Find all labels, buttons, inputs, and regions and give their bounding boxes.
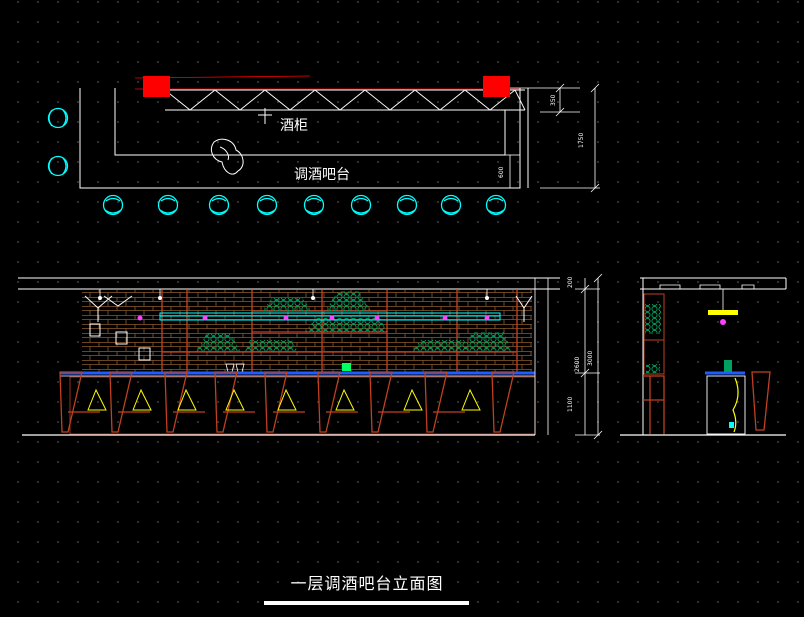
cad-drawing-canvas: 350 1750 600 酒柜 调酒吧台 200 2600 3000 1100 …: [0, 0, 804, 617]
plan-cabinet-outline: [114, 88, 506, 156]
drawing-title: 一层调酒吧台立面图: [290, 574, 444, 593]
plan-column-left: [143, 76, 170, 97]
plan-column-right: [483, 76, 510, 97]
bar-stool-icon: [643, 375, 665, 434]
elev-dim-2600: 2600: [574, 357, 581, 372]
lamp-icon: [283, 315, 289, 321]
lamp-icon: [442, 315, 448, 321]
plan-truss: [164, 89, 526, 111]
bar-stool-icon: [164, 371, 205, 433]
front-elevation: 200 2600 3000 1100: [18, 273, 603, 440]
stool-icon: [47, 107, 69, 129]
wine-cabinet-label: 酒柜: [280, 118, 308, 134]
stool-icon: [47, 155, 69, 177]
bar-counter-label: 调酒吧台: [294, 167, 350, 183]
plan-view: 350 1750 600 酒柜 调酒吧台: [47, 75, 600, 216]
elev-dim-3000: 3000: [587, 351, 594, 366]
bar-stool-icon: [751, 371, 771, 431]
stool-icon: [396, 194, 418, 216]
bar-stool-icon: [369, 371, 410, 433]
side-elevation: [620, 277, 787, 436]
sculpture-icon: [210, 138, 244, 175]
cad-drawing: 350 1750 600 酒柜 调酒吧台 200 2600 3000 1100: [18, 75, 787, 440]
bar-stool-icon: [264, 371, 305, 433]
stool-icon: [157, 194, 179, 216]
lamp-icon: [202, 315, 208, 321]
elevation-stools: [59, 371, 515, 433]
plan-dim-1750: 1750: [578, 133, 585, 148]
lamp-icon: [708, 310, 738, 315]
bottle-stack: [244, 340, 298, 352]
lamp-icon: [137, 315, 143, 321]
stool-icon: [350, 194, 372, 216]
green-decor-item: [342, 363, 351, 371]
drawing-title-underline: [264, 601, 469, 605]
stool-icon: [485, 194, 507, 216]
bottle-stack: [412, 340, 470, 352]
plan-dim-350: 350: [550, 94, 557, 106]
elev-dim-1100: 1100: [567, 397, 574, 412]
stool-icon: [303, 194, 325, 216]
plan-dim-600: 600: [498, 166, 505, 178]
lamp-icon: [374, 315, 380, 321]
elev-dim-200: 200: [567, 276, 574, 288]
bar-stool-icon: [317, 371, 358, 433]
bar-stool-icon: [491, 371, 515, 433]
bar-stool-icon: [214, 371, 255, 433]
plan-stools: [47, 107, 507, 216]
bar-stool-icon: [59, 371, 100, 433]
stool-icon: [208, 194, 230, 216]
bar-stool-icon: [109, 371, 150, 433]
stool-icon: [256, 194, 278, 216]
stool-icon: [102, 194, 124, 216]
lamp-icon: [484, 315, 490, 321]
stool-icon: [440, 194, 462, 216]
bar-stool-icon: [424, 371, 465, 433]
lamp-icon: [329, 315, 335, 321]
